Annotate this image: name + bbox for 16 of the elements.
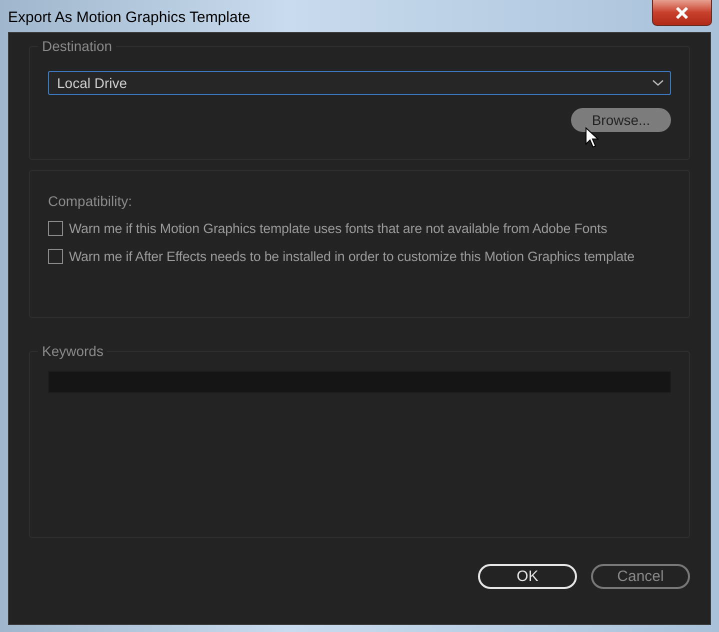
- checkbox[interactable]: [48, 249, 63, 264]
- keywords-label: Keywords: [38, 343, 108, 359]
- compatibility-label: Compatibility:: [48, 193, 134, 209]
- browse-button[interactable]: Browse...: [571, 108, 671, 132]
- checkbox-label: Warn me if After Effects needs to be installed in order to customize this Motion Graphics template: [69, 249, 635, 264]
- chevron-down-icon: [652, 79, 664, 87]
- window-title: Export As Motion Graphics Template: [8, 9, 250, 26]
- ok-button[interactable]: OK: [478, 564, 577, 589]
- destination-label: Destination: [38, 38, 116, 54]
- checkbox-label: Warn me if this Motion Graphics template uses fonts that are not available from Adobe Fonts: [69, 221, 608, 236]
- cancel-button[interactable]: Cancel: [591, 564, 690, 589]
- destination-dropdown[interactable]: Local Drive: [48, 71, 671, 95]
- close-icon: [674, 6, 690, 18]
- mouse-pointer-icon: [585, 127, 599, 149]
- close-button[interactable]: [652, 0, 712, 26]
- checkbox[interactable]: [48, 221, 63, 236]
